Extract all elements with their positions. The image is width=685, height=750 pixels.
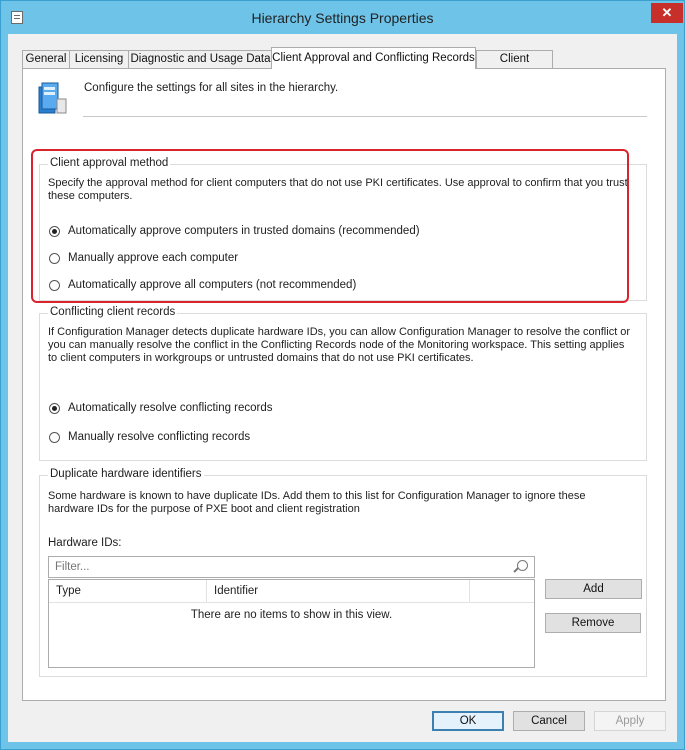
- list-header: Type Identifier: [49, 580, 534, 603]
- conflicting-records-description: If Configuration Manager detects duplica…: [48, 326, 631, 364]
- radio-label: Manually resolve conflicting records: [68, 431, 251, 443]
- conflicting-records-title: Conflicting client records: [48, 306, 178, 318]
- search-icon[interactable]: [517, 560, 528, 571]
- radio-indicator[interactable]: [49, 226, 60, 237]
- hardware-ids-label: Hardware IDs:: [48, 537, 122, 549]
- window-title: Hierarchy Settings Properties: [251, 10, 434, 26]
- dialog-client-area: General Licensing Diagnostic and Usage D…: [8, 34, 677, 742]
- tab-page-client-approval: Configure the settings for all sites in …: [22, 68, 666, 701]
- tab-diagnostic-usage-data[interactable]: Diagnostic and Usage Data: [128, 50, 273, 68]
- ok-button[interactable]: OK: [432, 711, 504, 731]
- column-header-type[interactable]: Type: [49, 580, 207, 602]
- client-approval-description: Specify the approval method for client c…: [48, 177, 628, 202]
- tab-general[interactable]: General: [22, 50, 70, 68]
- radio-label: Manually approve each computer: [68, 252, 239, 264]
- radio-indicator[interactable]: [49, 403, 60, 414]
- radio-indicator[interactable]: [49, 432, 60, 443]
- radio-label: Automatically approve all computers (not…: [68, 279, 357, 291]
- conflicting-records-group: Conflicting client records If Configurat…: [39, 306, 647, 461]
- client-approval-title: Client approval method: [48, 157, 171, 169]
- duplicate-hardware-title: Duplicate hardware identifiers: [48, 468, 204, 480]
- intro-text: Configure the settings for all sites in …: [84, 82, 339, 94]
- column-header-identifier[interactable]: Identifier: [207, 580, 470, 602]
- tab-client-upgrade[interactable]: Client Upgrade: [476, 50, 553, 82]
- filter-input[interactable]: [53, 560, 497, 574]
- duplicate-hardware-group: Duplicate hardware identifiers Some hard…: [39, 468, 647, 677]
- hardware-ids-list[interactable]: Type Identifier There are no items to sh…: [48, 579, 535, 668]
- title-bar[interactable]: Hierarchy Settings Properties ✕: [1, 1, 684, 34]
- cancel-button[interactable]: Cancel: [513, 711, 585, 731]
- filter-box[interactable]: [48, 556, 535, 578]
- client-approval-group: Client approval method Specify the appro…: [39, 157, 647, 301]
- apply-button[interactable]: Apply: [594, 711, 666, 731]
- tab-licensing[interactable]: Licensing: [69, 50, 129, 68]
- properties-window: Hierarchy Settings Properties ✕ General …: [0, 0, 685, 750]
- radio-label: Automatically resolve conflicting record…: [68, 402, 273, 414]
- hierarchy-settings-icon: [38, 82, 67, 114]
- add-button[interactable]: Add: [545, 579, 642, 599]
- empty-list-message: There are no items to show in this view.: [190, 609, 393, 621]
- duplicate-hardware-description: Some hardware is known to have duplicate…: [48, 490, 586, 515]
- radio-label: Automatically approve computers in trust…: [68, 225, 420, 237]
- intro-divider: [83, 116, 647, 117]
- remove-button[interactable]: Remove: [545, 613, 641, 633]
- tab-client-approval[interactable]: Client Approval and Conflicting Records: [271, 47, 476, 69]
- close-button[interactable]: ✕: [651, 3, 683, 23]
- radio-indicator[interactable]: [49, 280, 60, 291]
- radio-indicator[interactable]: [49, 253, 60, 264]
